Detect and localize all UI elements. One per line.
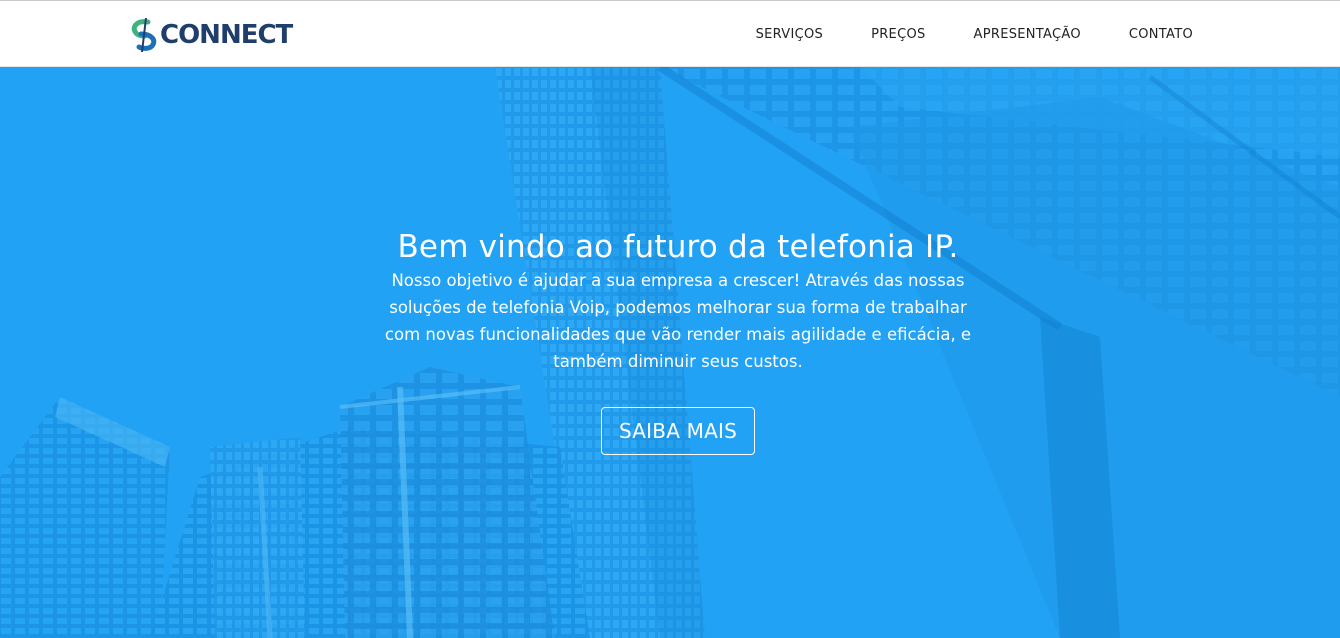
- hero-description: Nosso objetivo é ajudar a sua empresa a …: [354, 267, 1002, 375]
- hero-title: Bem vindo ao futuro da telefonia IP.: [397, 229, 959, 265]
- brand-name: CONNECT: [160, 20, 293, 50]
- hero-content: Bem vindo ao futuro da telefonia IP. Nos…: [340, 227, 1016, 455]
- hero-description-line: soluções de telefonia Voip, podemos melh…: [389, 298, 967, 317]
- nav-item-contato[interactable]: CONTATO: [1129, 27, 1193, 42]
- brand-logo[interactable]: CONNECT: [129, 17, 293, 53]
- main-nav: SERVIÇOS PREÇOS APRESENTAÇÃO CONTATO: [708, 1, 1193, 68]
- hero-description-line: também diminuir seus custos.: [553, 352, 803, 371]
- top-navbar: CONNECT SERVIÇOS PREÇOS APRESENTAÇÃO CON…: [0, 0, 1340, 67]
- nav-item-apresentacao[interactable]: APRESENTAÇÃO: [974, 27, 1081, 42]
- hero-description-line: com novas funcionalidades que vão render…: [384, 325, 972, 344]
- connect-swirl-logo-icon: [131, 17, 157, 53]
- hero-section: Bem vindo ao futuro da telefonia IP. Nos…: [0, 67, 1340, 638]
- saiba-mais-button[interactable]: SAIBA MAIS: [601, 407, 755, 455]
- hero-description-line: Nosso objetivo é ajudar a sua empresa a …: [391, 271, 965, 290]
- nav-item-servicos[interactable]: SERVIÇOS: [756, 27, 823, 42]
- nav-item-precos[interactable]: PREÇOS: [871, 27, 925, 42]
